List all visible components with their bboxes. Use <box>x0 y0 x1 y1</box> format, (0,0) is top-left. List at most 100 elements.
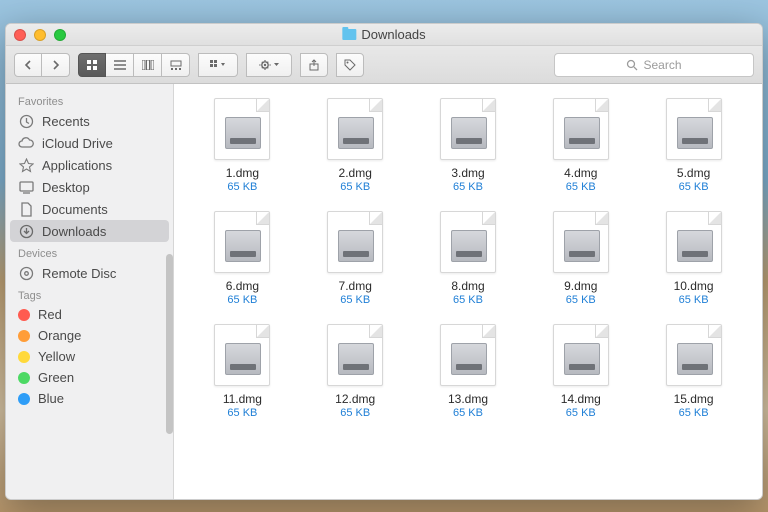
dmg-file-icon <box>327 324 383 386</box>
file-item[interactable]: 9.dmg65 KB <box>530 211 631 306</box>
documents-icon <box>18 201 34 217</box>
file-item[interactable]: 4.dmg65 KB <box>530 98 631 193</box>
sidebar-label: Remote Disc <box>42 266 116 281</box>
tag-dot-icon <box>18 393 30 405</box>
sidebar-item-remote-disc[interactable]: Remote Disc <box>6 262 173 284</box>
file-grid: 1.dmg65 KB2.dmg65 KB3.dmg65 KB4.dmg65 KB… <box>192 98 744 419</box>
sidebar-item-desktop[interactable]: Desktop <box>6 176 173 198</box>
file-size: 65 KB <box>453 294 483 306</box>
file-name: 6.dmg <box>226 279 259 293</box>
file-size: 65 KB <box>566 294 596 306</box>
tags-button[interactable] <box>336 53 364 77</box>
file-size: 65 KB <box>340 181 370 193</box>
share-button[interactable] <box>300 53 328 77</box>
tag-dot-icon <box>18 330 30 342</box>
tags-group <box>336 53 364 77</box>
forward-button[interactable] <box>42 53 70 77</box>
sidebar-label: Green <box>38 370 74 385</box>
arrange-button[interactable] <box>198 53 238 77</box>
file-name: 11.dmg <box>223 392 262 406</box>
sidebar-item-documents[interactable]: Documents <box>6 198 173 220</box>
sidebar-tag-blue[interactable]: Blue <box>6 388 173 409</box>
fullscreen-button[interactable] <box>54 29 66 41</box>
file-size: 65 KB <box>227 181 257 193</box>
file-item[interactable]: 5.dmg65 KB <box>643 98 744 193</box>
dmg-file-icon <box>666 324 722 386</box>
traffic-lights <box>14 29 66 41</box>
search-field[interactable]: Search <box>554 53 754 77</box>
dmg-file-icon <box>553 324 609 386</box>
file-item[interactable]: 10.dmg65 KB <box>643 211 744 306</box>
sidebar-tag-green[interactable]: Green <box>6 367 173 388</box>
file-name: 5.dmg <box>677 166 710 180</box>
file-item[interactable]: 7.dmg65 KB <box>305 211 406 306</box>
file-size: 65 KB <box>679 181 709 193</box>
sidebar-tag-orange[interactable]: Orange <box>6 325 173 346</box>
view-mode-buttons <box>78 53 190 77</box>
search-icon <box>626 59 638 71</box>
search-placeholder: Search <box>643 58 681 72</box>
dmg-file-icon <box>553 211 609 273</box>
arrange-group <box>198 53 238 77</box>
finder-window: Downloads Search <box>5 23 763 500</box>
window-body: Favorites Recents iCloud Drive Applicati… <box>6 84 762 499</box>
sidebar: Favorites Recents iCloud Drive Applicati… <box>6 84 174 499</box>
file-item[interactable]: 2.dmg65 KB <box>305 98 406 193</box>
sidebar-tag-yellow[interactable]: Yellow <box>6 346 173 367</box>
desktop-icon <box>18 179 34 195</box>
folder-icon <box>342 29 356 40</box>
sidebar-scrollbar[interactable] <box>166 254 173 434</box>
titlebar[interactable]: Downloads <box>6 24 762 46</box>
sidebar-item-applications[interactable]: Applications <box>6 154 173 176</box>
file-item[interactable]: 11.dmg65 KB <box>192 324 293 419</box>
sidebar-item-downloads[interactable]: Downloads <box>10 220 169 242</box>
sidebar-label: Downloads <box>42 224 106 239</box>
action-group <box>246 53 292 77</box>
clock-icon <box>18 113 34 129</box>
icon-view-button[interactable] <box>78 53 106 77</box>
share-group <box>300 53 328 77</box>
file-name: 10.dmg <box>674 279 714 293</box>
sidebar-label: Documents <box>42 202 108 217</box>
sidebar-header-favorites: Favorites <box>6 90 173 110</box>
file-size: 65 KB <box>566 181 596 193</box>
dmg-file-icon <box>327 211 383 273</box>
close-button[interactable] <box>14 29 26 41</box>
sidebar-item-recents[interactable]: Recents <box>6 110 173 132</box>
window-title: Downloads <box>342 27 425 42</box>
sidebar-item-icloud[interactable]: iCloud Drive <box>6 132 173 154</box>
apps-icon <box>18 157 34 173</box>
file-item[interactable]: 15.dmg65 KB <box>643 324 744 419</box>
sidebar-label: Red <box>38 307 62 322</box>
action-button[interactable] <box>246 53 292 77</box>
file-name: 3.dmg <box>451 166 484 180</box>
file-size: 65 KB <box>340 407 370 419</box>
file-item[interactable]: 1.dmg65 KB <box>192 98 293 193</box>
file-size: 65 KB <box>453 407 483 419</box>
column-view-button[interactable] <box>134 53 162 77</box>
gallery-view-button[interactable] <box>162 53 190 77</box>
tag-dot-icon <box>18 309 30 321</box>
list-view-button[interactable] <box>106 53 134 77</box>
back-button[interactable] <box>14 53 42 77</box>
minimize-button[interactable] <box>34 29 46 41</box>
file-item[interactable]: 3.dmg65 KB <box>418 98 519 193</box>
file-item[interactable]: 8.dmg65 KB <box>418 211 519 306</box>
file-item[interactable]: 6.dmg65 KB <box>192 211 293 306</box>
file-item[interactable]: 12.dmg65 KB <box>305 324 406 419</box>
dmg-file-icon <box>666 211 722 273</box>
file-grid-area[interactable]: 1.dmg65 KB2.dmg65 KB3.dmg65 KB4.dmg65 KB… <box>174 84 762 499</box>
sidebar-tag-red[interactable]: Red <box>6 304 173 325</box>
file-item[interactable]: 14.dmg65 KB <box>530 324 631 419</box>
file-name: 14.dmg <box>561 392 601 406</box>
file-size: 65 KB <box>227 407 257 419</box>
file-size: 65 KB <box>453 181 483 193</box>
nav-buttons <box>14 53 70 77</box>
sidebar-label: Blue <box>38 391 64 406</box>
sidebar-header-tags: Tags <box>6 284 173 304</box>
dmg-file-icon <box>553 98 609 160</box>
file-item[interactable]: 13.dmg65 KB <box>418 324 519 419</box>
file-name: 9.dmg <box>564 279 597 293</box>
file-size: 65 KB <box>679 294 709 306</box>
disc-icon <box>18 265 34 281</box>
